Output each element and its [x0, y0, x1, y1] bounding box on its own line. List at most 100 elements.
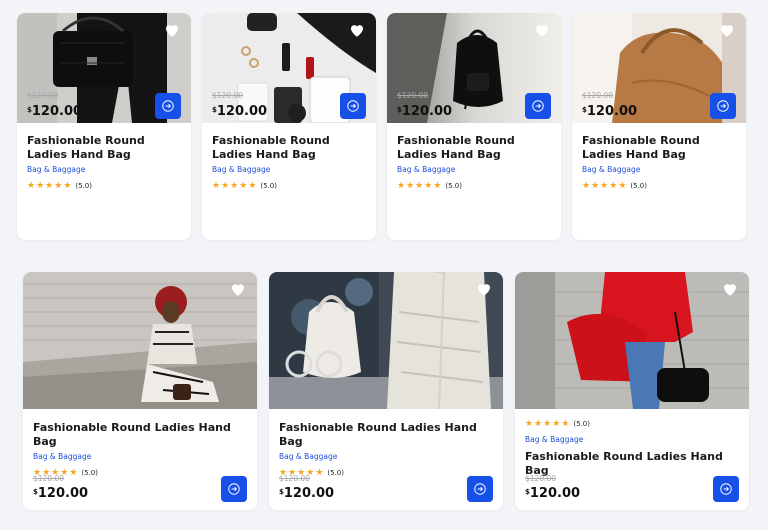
- star-icon: ★: [54, 181, 63, 191]
- product-category[interactable]: Bag & Baggage: [27, 165, 181, 175]
- product-category[interactable]: Bag & Baggage: [212, 165, 366, 175]
- star-icon: ★: [582, 181, 591, 191]
- star-icon: ★: [600, 181, 609, 191]
- star-icon: ★: [543, 419, 552, 429]
- current-price: $120.00: [582, 104, 638, 119]
- add-to-cart-button[interactable]: [713, 476, 739, 502]
- current-price: $120.00: [212, 104, 268, 119]
- star-icon: ★: [424, 181, 433, 191]
- star-icon: ★: [618, 181, 627, 191]
- product-category[interactable]: Bag & Baggage: [397, 165, 551, 175]
- current-price: $120.00: [27, 104, 83, 119]
- product-title[interactable]: Fashionable Round Ladies Hand Bag: [582, 134, 736, 162]
- star-icon: ★: [415, 181, 424, 191]
- product-category[interactable]: Bag & Baggage: [279, 452, 493, 462]
- star-icon: ★: [397, 181, 406, 191]
- old-price: $120.00: [582, 91, 614, 100]
- add-to-cart-button[interactable]: [155, 93, 181, 119]
- heart-icon[interactable]: [475, 280, 493, 298]
- product-image[interactable]: [269, 272, 503, 409]
- product-title[interactable]: Fashionable Round Ladies Hand Bag: [212, 134, 366, 162]
- star-icon: ★: [561, 419, 570, 429]
- product-card[interactable]: Fashionable Round Ladies Hand Bag Bag & …: [202, 13, 376, 240]
- rating-value: (5.0): [81, 469, 98, 477]
- star-icon: ★: [69, 468, 78, 478]
- star-icon: ★: [552, 419, 561, 429]
- product-title[interactable]: Fashionable Round Ladies Hand Bag: [27, 134, 181, 162]
- arrow-circle-icon: [717, 100, 729, 112]
- product-title[interactable]: Fashionable Round Ladies Hand Bag: [525, 450, 739, 478]
- heart-icon[interactable]: [718, 21, 736, 39]
- star-icon: ★: [63, 181, 72, 191]
- product-card[interactable]: Fashionable Round Ladies Hand Bag Bag & …: [387, 13, 561, 240]
- arrow-circle-icon: [347, 100, 359, 112]
- product-category[interactable]: Bag & Baggage: [525, 435, 739, 445]
- star-icon: ★: [534, 419, 543, 429]
- star-icon: ★: [609, 181, 618, 191]
- rating: ★ ★ ★ ★ ★ (5.0): [525, 419, 739, 429]
- heart-icon[interactable]: [721, 280, 739, 298]
- product-category[interactable]: Bag & Baggage: [582, 165, 736, 175]
- star-icon: ★: [45, 181, 54, 191]
- product-card[interactable]: Fashionable Round Ladies Hand Bag Bag & …: [23, 272, 257, 510]
- add-to-cart-button[interactable]: [525, 93, 551, 119]
- old-price: $120.00: [212, 91, 244, 100]
- add-to-cart-button[interactable]: [340, 93, 366, 119]
- old-price: $120.00: [27, 91, 59, 100]
- add-to-cart-button[interactable]: [467, 476, 493, 502]
- current-price: $120.00: [525, 486, 581, 501]
- add-to-cart-button[interactable]: [710, 93, 736, 119]
- heart-icon[interactable]: [229, 280, 247, 298]
- heart-icon[interactable]: [533, 21, 551, 39]
- product-card[interactable]: Fashionable Round Ladies Hand Bag Bag & …: [17, 13, 191, 240]
- star-icon: ★: [315, 468, 324, 478]
- rating-value: (5.0): [327, 469, 344, 477]
- star-icon: ★: [212, 181, 221, 191]
- star-icon: ★: [221, 181, 230, 191]
- current-price: $120.00: [397, 104, 453, 119]
- current-price: $120.00: [279, 486, 335, 501]
- heart-icon[interactable]: [163, 21, 181, 39]
- rating: ★ ★ ★ ★ ★ (5.0): [212, 181, 366, 191]
- rating: ★ ★ ★ ★ ★ (5.0): [27, 181, 181, 191]
- product-card[interactable]: ★ ★ ★ ★ ★ (5.0) Bag & Baggage Fashionable Ro…: [515, 272, 749, 510]
- heart-icon[interactable]: [348, 21, 366, 39]
- star-icon: ★: [525, 419, 534, 429]
- rating: ★ ★ ★ ★ ★ (5.0): [279, 468, 493, 478]
- star-icon: ★: [36, 181, 45, 191]
- add-to-cart-button[interactable]: [221, 476, 247, 502]
- product-title[interactable]: Fashionable Round Ladies Hand Bag: [397, 134, 551, 162]
- star-icon: ★: [239, 181, 248, 191]
- rating-value: (5.0): [445, 182, 462, 190]
- rating: ★ ★ ★ ★ ★ (5.0): [33, 468, 247, 478]
- product-image[interactable]: [23, 272, 257, 409]
- arrow-circle-icon: [532, 100, 544, 112]
- star-icon: ★: [27, 181, 36, 191]
- rating: ★ ★ ★ ★ ★ (5.0): [397, 181, 551, 191]
- old-price: $120.00: [279, 474, 311, 483]
- old-price: $120.00: [525, 474, 557, 483]
- old-price: $120.00: [397, 91, 429, 100]
- arrow-circle-icon: [228, 483, 240, 495]
- product-title[interactable]: Fashionable Round Ladies Hand Bag: [33, 421, 247, 449]
- arrow-circle-icon: [474, 483, 486, 495]
- product-image[interactable]: [515, 272, 749, 409]
- rating: ★ ★ ★ ★ ★ (5.0): [582, 181, 736, 191]
- star-icon: ★: [591, 181, 600, 191]
- current-price: $120.00: [33, 486, 89, 501]
- star-icon: ★: [406, 181, 415, 191]
- rating-value: (5.0): [573, 420, 590, 428]
- arrow-circle-icon: [720, 483, 732, 495]
- old-price: $120.00: [33, 474, 65, 483]
- product-category[interactable]: Bag & Baggage: [33, 452, 247, 462]
- product-card[interactable]: Fashionable Round Ladies Hand Bag Bag & …: [572, 13, 746, 240]
- product-title[interactable]: Fashionable Round Ladies Hand Bag: [279, 421, 493, 449]
- star-icon: ★: [433, 181, 442, 191]
- rating-value: (5.0): [260, 182, 277, 190]
- rating-value: (5.0): [630, 182, 647, 190]
- rating-value: (5.0): [75, 182, 92, 190]
- star-icon: ★: [230, 181, 239, 191]
- product-card[interactable]: Fashionable Round Ladies Hand Bag Bag & …: [269, 272, 503, 510]
- arrow-circle-icon: [162, 100, 174, 112]
- star-icon: ★: [248, 181, 257, 191]
